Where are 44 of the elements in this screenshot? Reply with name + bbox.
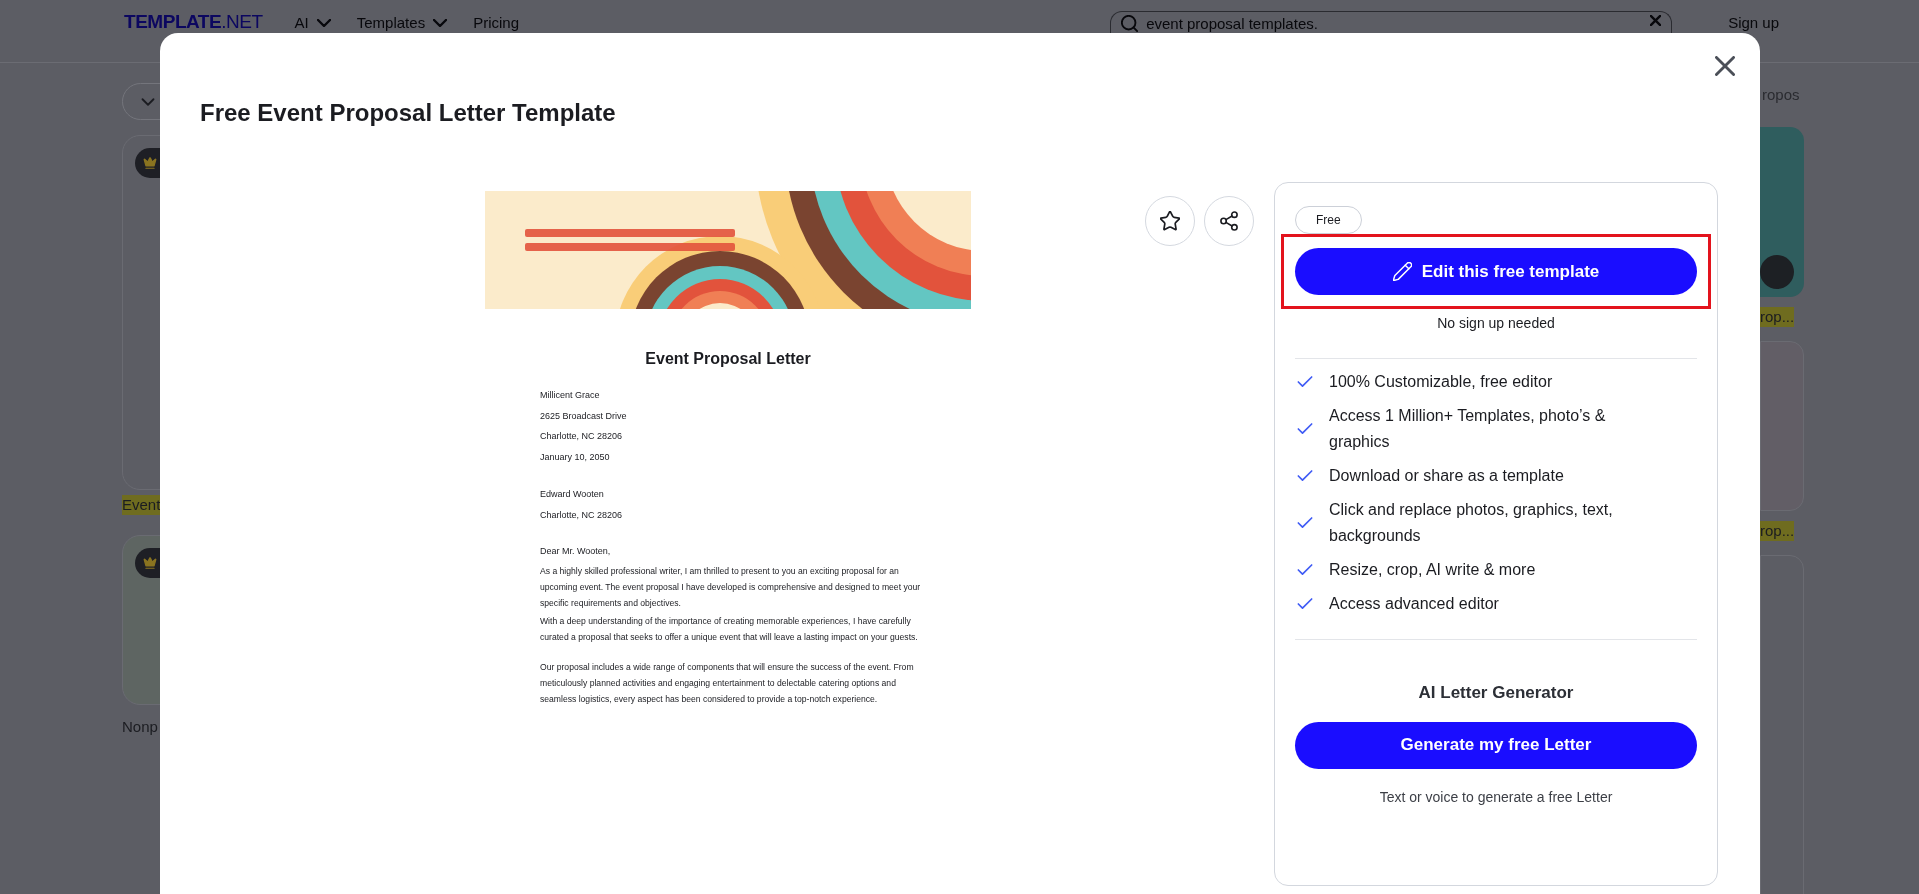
favorite-button[interactable] — [1145, 196, 1195, 246]
letter-paragraph: With a deep understanding of the importance of creating memorable experiences, I have carefully curated a proposal that seeks to offer a unique event that will leave a lasting impact on your guests. — [540, 615, 919, 645]
letter-title: Event Proposal Letter — [644, 349, 812, 369]
letter-line: Millicent Grace — [540, 389, 600, 402]
nav-menu-item[interactable]: Pricing — [473, 14, 519, 32]
star-icon — [1160, 211, 1180, 231]
letter-paragraph: As a highly skilled professional writer, I am thrilled to present to you an exciting proposal for an upcoming event. The event proposal I have developed is comprehensive and designed to meet your specific requirements and objectives. — [540, 565, 922, 611]
letter-line: Charlotte, NC 28206 — [540, 508, 623, 522]
clear-icon[interactable] — [1650, 15, 1662, 26]
sign-up-link[interactable]: Sign up — [1728, 14, 1779, 32]
nav-menu-item[interactable]: AI — [294, 14, 331, 32]
edit-template-button[interactable]: Edit this free template — [1295, 248, 1697, 295]
letter-line: 2625 Broadcast Drive — [540, 409, 627, 423]
share-icon — [1220, 211, 1238, 231]
generate-letter-button[interactable]: Generate my free Letter — [1295, 721, 1697, 769]
generator-title: AI Letter Generator — [1418, 682, 1574, 704]
site-logo[interactable]: TEMPLATE.NET — [124, 11, 263, 33]
letter-line: Charlotte, NC 28206 — [540, 430, 623, 444]
nav-menu-item[interactable]: Templates — [356, 14, 448, 32]
modal-title: Free Event Proposal Letter Template — [200, 98, 616, 128]
share-button[interactable] — [1204, 196, 1254, 246]
premium-badge — [135, 148, 160, 178]
premium-badge — [135, 548, 160, 578]
feature-text: Click and replace photos, graphics, text, backgrounds — [1329, 500, 1614, 546]
template-title[interactable]: Nonp — [122, 717, 160, 737]
feature-text: Access advanced editor — [1329, 594, 1500, 614]
template-title[interactable]: Event — [122, 495, 160, 515]
template-title[interactable]: rop... — [1760, 307, 1795, 327]
search-value: event proposal templates. — [1146, 15, 1319, 33]
feature-text: 100% Customizable, free editor — [1329, 372, 1554, 392]
letter-salutation: Dear Mr. Wooten, — [540, 545, 612, 559]
search-icon — [1121, 15, 1139, 32]
generator-note: Text or voice to generate a free Letter — [1379, 787, 1613, 807]
feature-text: Access 1 Million+ Templates, photo’s & graphics — [1329, 406, 1607, 452]
edit-note: No sign up needed — [1437, 314, 1555, 333]
letter-line: January 10, 2050 — [540, 451, 610, 465]
pencil-icon — [1392, 262, 1412, 281]
close-icon — [1715, 56, 1735, 76]
feature-text: Resize, crop, AI write & more — [1329, 560, 1537, 580]
feature-text: Download or share as a template — [1329, 466, 1565, 486]
template-title[interactable]: rop... — [1760, 521, 1795, 541]
template-card[interactable] — [1760, 127, 1804, 297]
letter-line: Edward Wooten — [540, 487, 604, 501]
letter-paragraph: Our proposal includes a wide range of components that will ensure the success of the event. From meticulously planned activities and engaging entertainment to delectable catering options and seamless logistics, every aspect has been considered to provide a top-notch experience. — [540, 661, 915, 707]
